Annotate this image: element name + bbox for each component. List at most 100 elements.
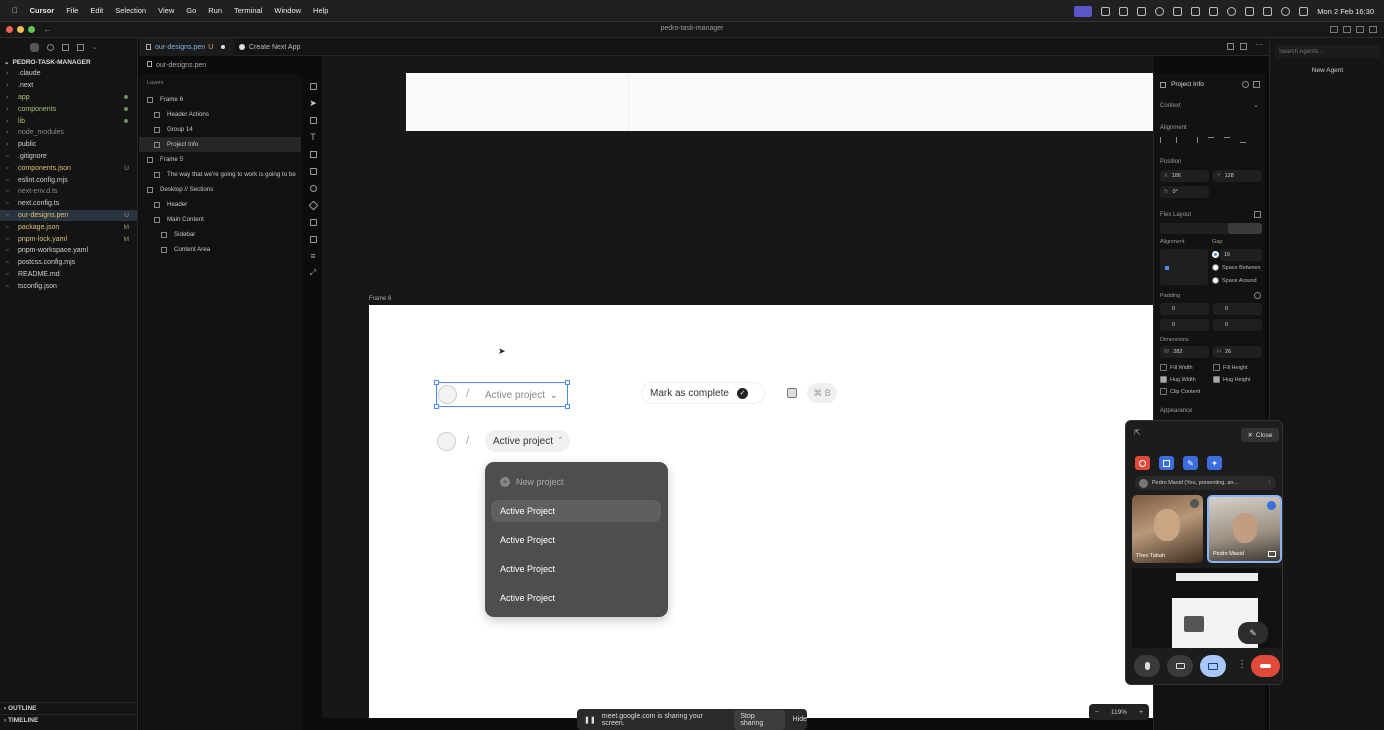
control-center-icon[interactable] — [1299, 6, 1309, 16]
file-tree-item[interactable]: ▫ pnpm-lock.yaml M — [0, 233, 137, 245]
menubar-clock[interactable]: Mon 2 Feb 16:30 — [1317, 7, 1374, 16]
tab-our-designs[interactable]: our-designs.pen U — [139, 38, 234, 56]
align-center-icon[interactable] — [1176, 137, 1182, 143]
hand-tool-icon[interactable] — [308, 182, 318, 194]
asset-tool-icon[interactable] — [308, 199, 318, 211]
file-tree-item[interactable]: › .claude — [0, 68, 137, 80]
padding-bottom-field[interactable]: 0 — [1160, 319, 1209, 331]
file-tree-item[interactable]: › public — [0, 139, 137, 151]
hide-button[interactable]: Hide — [793, 716, 807, 723]
gemini-button[interactable]: ✦ — [1207, 456, 1222, 470]
file-tree-item[interactable]: ▫ .gitignore — [0, 151, 137, 163]
layer-item[interactable]: Frame 5 — [139, 152, 301, 167]
frame-5[interactable] — [406, 73, 1153, 131]
gap-field[interactable]: 16 — [1220, 249, 1262, 261]
zoom-out-icon[interactable]: − — [1095, 709, 1099, 716]
screen-share-preview[interactable]: ✎ — [1132, 568, 1282, 648]
space-between-option[interactable]: Space Between — [1212, 264, 1261, 271]
fill-width-checkbox[interactable]: Fill Width — [1160, 364, 1193, 371]
file-tree-item[interactable]: ▫ eslint.config.mjs — [0, 174, 137, 186]
menu-terminal[interactable]: Terminal — [234, 6, 262, 15]
hug-height-checkbox[interactable]: Hug Height — [1213, 376, 1251, 383]
source-control-icon[interactable] — [62, 43, 69, 51]
height-field[interactable]: H 26 — [1213, 346, 1262, 358]
layer-item[interactable]: Sidebar — [139, 227, 301, 242]
padding-right-field[interactable]: 0 — [1213, 303, 1262, 315]
wifi-icon[interactable] — [1227, 6, 1237, 16]
text-tool-icon[interactable]: T — [308, 131, 318, 143]
participant-tile[interactable]: Theo Tabah — [1132, 495, 1203, 563]
align-right-icon[interactable] — [1192, 137, 1198, 143]
align-left-icon[interactable] — [1160, 137, 1166, 143]
file-tree-item[interactable]: ▫ next-env.d.ts — [0, 186, 137, 198]
padding-top-field[interactable]: 0 — [1160, 303, 1209, 315]
layer-item[interactable]: Desktop // Sections — [139, 182, 301, 197]
search-icon[interactable] — [47, 43, 54, 51]
align-top-icon[interactable] — [1208, 137, 1214, 143]
zoom-in-icon[interactable]: + — [1139, 709, 1143, 716]
layout-toggle-icon[interactable] — [1356, 26, 1364, 33]
resize-handle[interactable] — [565, 380, 570, 385]
outline-section[interactable]: › OUTLINE — [0, 702, 138, 714]
file-tree-item[interactable]: › .next — [0, 80, 137, 92]
dropdown-option[interactable]: Active Project — [491, 558, 661, 580]
split-editor-icon[interactable] — [1240, 43, 1247, 50]
x-field[interactable]: X 186 — [1160, 170, 1209, 182]
tray-icon[interactable] — [1101, 6, 1111, 16]
layout-toggle-icon[interactable] — [1343, 26, 1351, 33]
frame-tool-icon[interactable] — [308, 114, 318, 126]
menu-go[interactable]: Go — [186, 6, 196, 15]
gear-icon[interactable] — [1254, 292, 1261, 299]
tray-icon[interactable] — [1209, 6, 1219, 16]
tray-icon[interactable] — [1191, 6, 1201, 16]
alignment-grid[interactable] — [1160, 249, 1208, 285]
unsaved-dot-icon[interactable] — [221, 45, 226, 49]
menu-file[interactable]: File — [66, 6, 78, 15]
fullscreen-tool-icon[interactable]: ⤢ — [308, 267, 318, 279]
menu-selection[interactable]: Selection — [115, 6, 146, 15]
file-tree-item[interactable]: ▫ postcss.config.mjs — [0, 257, 137, 269]
compare-icon[interactable] — [1227, 43, 1234, 50]
menu-app-name[interactable]: Cursor — [30, 6, 55, 15]
target-icon[interactable] — [1242, 81, 1249, 88]
chevron-down-icon[interactable]: ⌄ — [1253, 101, 1259, 109]
menu-edit[interactable]: Edit — [90, 6, 103, 15]
component-tool-icon[interactable] — [308, 148, 318, 160]
tab-create-next-app[interactable]: Create Next App — [239, 38, 300, 56]
layer-item[interactable]: Group 14 — [139, 122, 301, 137]
dropdown-option[interactable]: Active Project — [491, 500, 661, 522]
menu-view[interactable]: View — [158, 6, 174, 15]
layer-item[interactable]: Header Actions — [139, 107, 301, 122]
align-middle-icon[interactable] — [1224, 137, 1230, 143]
file-tree-item[interactable]: › components — [0, 103, 137, 115]
resize-handle[interactable] — [434, 404, 439, 409]
layer-item[interactable]: Frame 6 — [139, 92, 301, 107]
leave-call-button[interactable] — [1251, 655, 1280, 677]
context-label[interactable]: Context — [1160, 103, 1181, 109]
record-button[interactable] — [1135, 456, 1150, 470]
pen-button[interactable]: ✎ — [1183, 456, 1198, 470]
tray-icon[interactable] — [1137, 6, 1147, 16]
panel-toggle-icon[interactable] — [308, 80, 318, 92]
layout-toggle-icon[interactable] — [1330, 26, 1338, 33]
padding-left-field[interactable]: 0 — [1213, 319, 1262, 331]
search-icon[interactable] — [1281, 6, 1291, 16]
layout-toggle-icon[interactable] — [1369, 26, 1377, 33]
apple-icon[interactable]:  — [12, 6, 18, 15]
file-tree-item[interactable]: › lib — [0, 115, 137, 127]
new-agent-button[interactable]: New Agent — [1275, 64, 1380, 77]
flex-remove-icon[interactable] — [1254, 211, 1261, 218]
clock-tray-icon[interactable] — [1155, 6, 1165, 16]
notes-button[interactable] — [1159, 456, 1174, 470]
menu-run[interactable]: Run — [208, 6, 222, 15]
space-around-option[interactable]: Space Around — [1212, 277, 1257, 284]
layer-item[interactable]: Header — [139, 197, 301, 212]
detach-icon[interactable] — [1253, 81, 1260, 88]
files-icon[interactable] — [30, 42, 39, 52]
close-pip-button[interactable]: ✕ Close — [1241, 428, 1279, 442]
resize-handle[interactable] — [565, 404, 570, 409]
presenter-banner[interactable]: Pedro Masid (You, presenting, an... ⋮ — [1135, 476, 1276, 490]
y-field[interactable]: Y 128 — [1213, 170, 1262, 182]
file-tree-item[interactable]: ▫ pnpm-workspace.yaml — [0, 245, 137, 257]
dropdown-option[interactable]: Active Project — [491, 529, 661, 551]
